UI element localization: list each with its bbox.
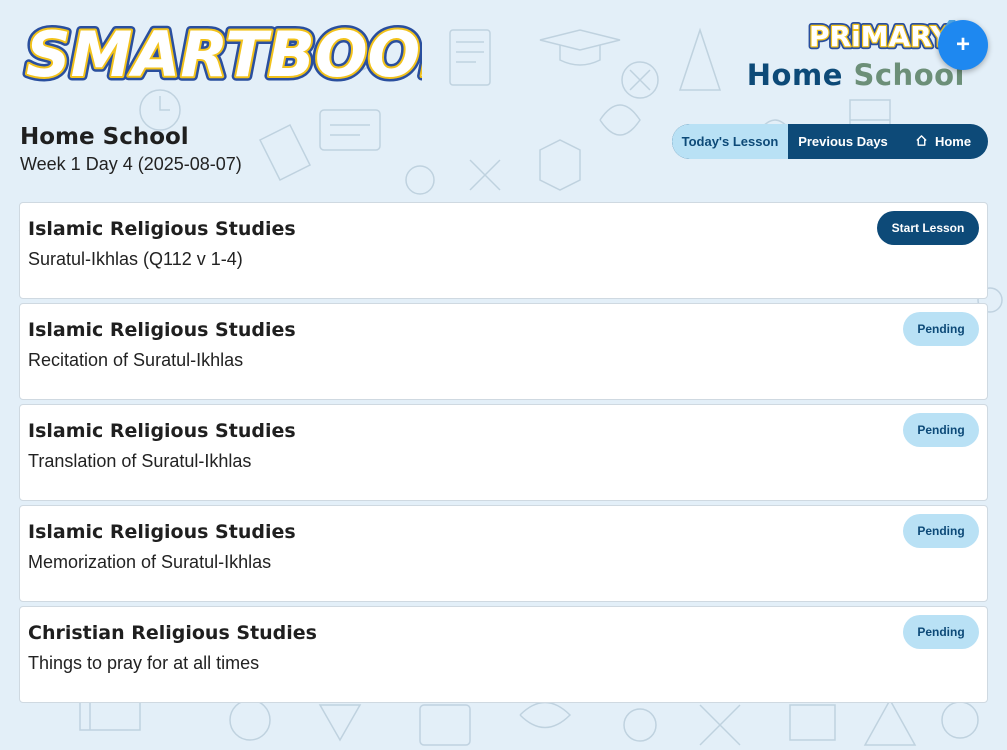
lesson-topic: Things to pray for at all times: [28, 653, 260, 673]
brand-title: Home School: [747, 58, 965, 92]
lesson-topic: Translation of Suratul-Ikhlas: [28, 451, 252, 471]
lesson-card: Islamic Religious Studies Translation of…: [19, 404, 988, 501]
tab-previous-days-label: Previous Days: [798, 134, 888, 149]
lesson-card: Christian Religious Studies Things to pr…: [19, 606, 988, 703]
pending-status-badge: Pending: [903, 413, 979, 447]
tab-todays-lesson[interactable]: Today's Lesson: [672, 124, 788, 159]
logo-wordmark: SMARTBOOKS SMARTBOOKS SMARTBOOKS: [22, 14, 518, 96]
lesson-subject: Islamic Religious Studies: [28, 319, 296, 341]
level-badge-text: PRiMARY: [809, 20, 951, 53]
logo-text: SMARTBOOKS: [26, 18, 422, 91]
lesson-subject: Christian Religious Studies: [28, 622, 317, 644]
add-button[interactable]: +: [938, 20, 988, 70]
lesson-subject: Islamic Religious Studies: [28, 420, 296, 442]
lesson-nav: Today's Lesson Previous Days Home: [672, 124, 988, 159]
lesson-topic: Memorization of Suratul-Ikhlas: [28, 552, 272, 572]
lesson-card: Islamic Religious Studies Recitation of …: [19, 303, 988, 400]
lesson-topic: Recitation of Suratul-Ikhlas: [28, 350, 244, 370]
lesson-subject: Islamic Religious Studies: [28, 218, 296, 240]
page: SMARTBOOKS SMARTBOOKS SMARTBOOKS PRiMARY…: [0, 0, 1007, 750]
lesson-subject: Islamic Religious Studies: [28, 521, 296, 543]
pending-status-badge: Pending: [903, 312, 979, 346]
page-subtitle: Week 1 Day 4 (2025-08-07): [20, 154, 242, 174]
pending-status-badge: Pending: [903, 514, 979, 548]
home-icon: [915, 134, 928, 150]
pending-status-badge: Pending: [903, 615, 979, 649]
tab-todays-lesson-label: Today's Lesson: [681, 134, 779, 149]
smartbooks-logo[interactable]: SMARTBOOKS SMARTBOOKS SMARTBOOKS: [22, 12, 518, 96]
tab-home-label: Home: [934, 134, 972, 149]
page-heading: Home School Week 1 Day 4 (2025-08-07): [20, 124, 242, 175]
lesson-card: Islamic Religious Studies Suratul-Ikhlas…: [19, 202, 988, 299]
start-lesson-button[interactable]: Start Lesson: [877, 211, 979, 245]
lesson-card: Islamic Religious Studies Memorization o…: [19, 505, 988, 602]
page-title: Home School: [20, 124, 189, 150]
lesson-topic: Suratul-Ikhlas (Q112 v 1-4): [28, 249, 243, 269]
tab-home[interactable]: Home: [898, 124, 988, 159]
tab-previous-days[interactable]: Previous Days: [788, 124, 898, 159]
lesson-list: Islamic Religious Studies Suratul-Ikhlas…: [19, 202, 988, 707]
brand-title-home: Home: [746, 58, 843, 92]
